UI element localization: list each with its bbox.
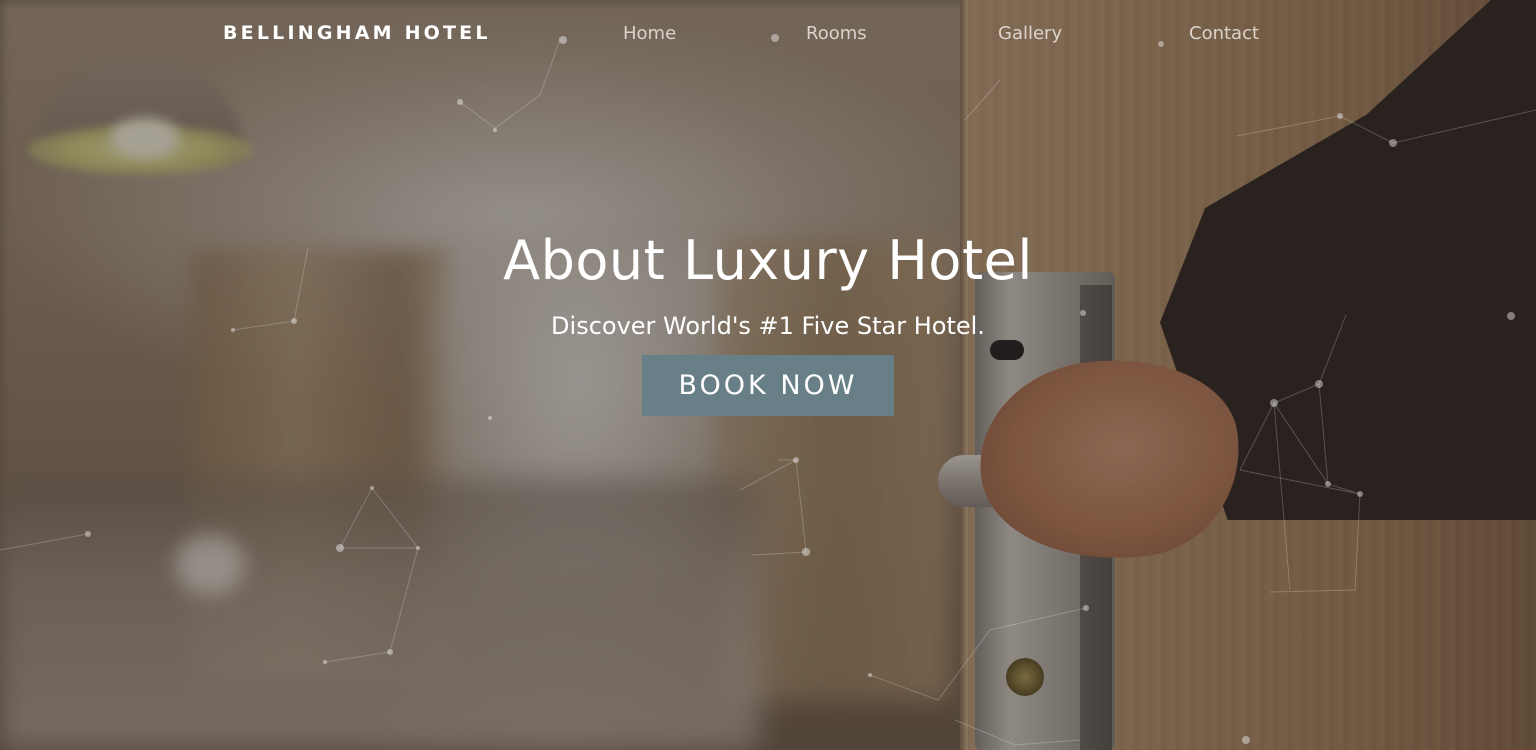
brand-logo-link[interactable]: BELLINGHAM HOTEL: [223, 22, 491, 44]
nav-link-home[interactable]: Home: [623, 23, 676, 44]
nav-link-gallery[interactable]: Gallery: [998, 23, 1062, 44]
nav-link-rooms[interactable]: Rooms: [806, 23, 867, 44]
top-nav: BELLINGHAM HOTEL Home Rooms Gallery Cont…: [0, 0, 1536, 70]
hero-title: About Luxury Hotel: [503, 229, 1033, 292]
nav-link-contact[interactable]: Contact: [1189, 23, 1259, 44]
hero-subtitle: Discover World's #1 Five Star Hotel.: [551, 312, 985, 340]
hero-content: About Luxury Hotel Discover World's #1 F…: [0, 225, 1536, 416]
book-now-button[interactable]: BOOK NOW: [642, 355, 894, 416]
hero-section: BELLINGHAM HOTEL Home Rooms Gallery Cont…: [0, 0, 1536, 750]
